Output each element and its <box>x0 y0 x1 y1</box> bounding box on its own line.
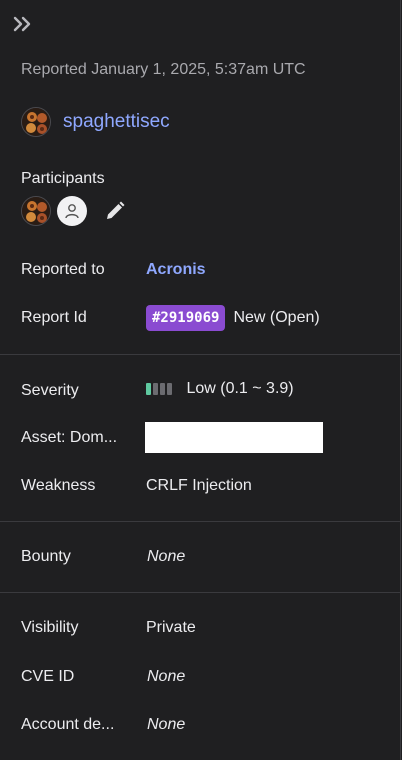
reporter-username[interactable]: spaghettisec <box>63 111 170 133</box>
divider <box>0 354 401 355</box>
severity-meter <box>146 382 172 395</box>
severity-segment-empty <box>153 382 158 395</box>
bounty-value: None <box>147 548 186 565</box>
participant-user-icon[interactable] <box>57 196 87 226</box>
severity-label: Severity <box>21 382 79 399</box>
cve-id-label: CVE ID <box>21 668 75 685</box>
report-status: New (Open) <box>233 309 320 326</box>
report-id-badge[interactable]: #2919069 <box>146 305 226 331</box>
weakness-value[interactable]: CRLF Injection <box>146 477 252 495</box>
reporter[interactable]: spaghettisec <box>21 106 170 138</box>
collapse-sidebar-icon[interactable] <box>12 14 34 34</box>
reported-timestamp: Reported January 1, 2025, 5:37am UTC <box>21 61 306 78</box>
weakness-label: Weakness <box>21 477 96 494</box>
account-details-label: Account de... <box>21 716 115 733</box>
bounty-label: Bounty <box>21 548 71 565</box>
edit-participants-icon[interactable] <box>103 199 127 223</box>
visibility-label: Visibility <box>21 619 79 636</box>
severity-text: Low (0.1 ~ 3.9) <box>186 380 294 397</box>
severity-segment-empty <box>160 382 165 395</box>
participants-list <box>21 196 127 226</box>
report-sidebar: Reported January 1, 2025, 5:37am UTC spa… <box>0 0 401 760</box>
reported-to-label: Reported to <box>21 261 105 278</box>
divider <box>0 521 401 522</box>
asset-label: Asset: Dom... <box>21 429 118 446</box>
account-details-value: None <box>147 716 186 733</box>
cve-id-value: None <box>147 668 186 685</box>
participants-label: Participants <box>21 170 105 187</box>
asset-value-redacted <box>145 422 323 453</box>
severity-segment-filled <box>146 382 151 395</box>
report-id-label: Report Id <box>21 309 87 326</box>
severity-value: Low (0.1 ~ 3.9) <box>146 380 294 398</box>
reporter-avatar[interactable] <box>21 107 51 137</box>
participant-avatar[interactable] <box>21 196 51 226</box>
report-id-value: #2919069 New (Open) <box>146 305 320 331</box>
reported-to-program-link[interactable]: Acronis <box>146 261 206 279</box>
severity-segment-empty <box>167 382 172 395</box>
divider <box>0 592 401 593</box>
visibility-value[interactable]: Private <box>146 619 196 637</box>
